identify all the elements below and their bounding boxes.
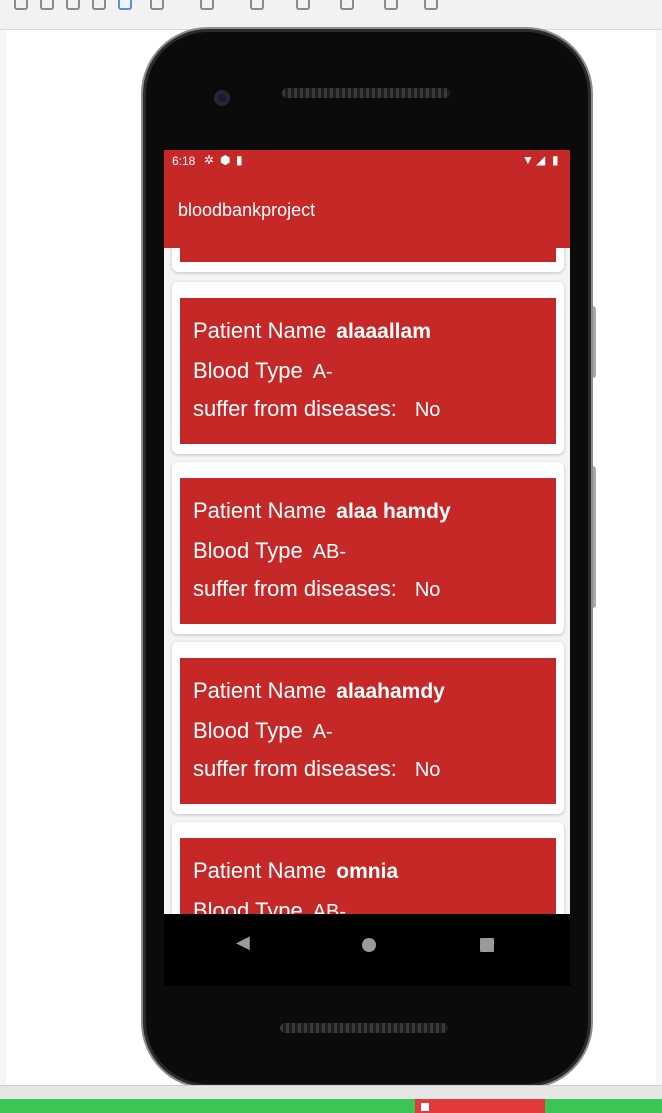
front-camera (214, 90, 230, 106)
blood-type-label: Blood Type (193, 898, 303, 914)
patient-name-row: Patient Name alaaallam (193, 318, 431, 344)
signal-icon: ◢ (536, 153, 546, 167)
patient-name-value: alaa hamdy (336, 500, 451, 523)
blood-type-value: A- (312, 721, 333, 743)
blood-type-label: Blood Type (193, 718, 303, 743)
diseases-label: diseases: (303, 576, 397, 601)
ide-run-status-bar (0, 1099, 662, 1113)
diseases-row: suffer from diseases: No (193, 396, 440, 422)
patient-name-label: Patient Name (193, 678, 327, 703)
patient-name-value: alaahamdy (336, 680, 445, 703)
wifi-icon: ▼ (522, 153, 534, 167)
toolbar-icon[interactable] (14, 0, 28, 10)
toolbar-icon[interactable] (340, 0, 354, 10)
patient-name-value: omnia (336, 860, 399, 883)
blood-type-row: Blood Type A- (193, 718, 333, 744)
sd-card-icon: ▮ (236, 153, 243, 167)
toolbar-icon[interactable] (250, 0, 264, 10)
patient-name-label: Patient Name (193, 318, 327, 343)
patient-card[interactable]: Patient Name alaa hamdy Blood Type AB- suf… (172, 462, 564, 634)
patient-card-body: Patient Name alaahamdy Blood Type A- suffe… (180, 658, 556, 804)
battery-icon: ▮ (552, 153, 559, 167)
diseases-value: No (414, 399, 441, 421)
suffer-from-label: suffer from (193, 756, 298, 781)
blood-type-row: Blood Type A- (193, 358, 333, 384)
patient-name-row: Patient Name alaa hamdy (193, 498, 451, 524)
patient-card-body (180, 248, 556, 262)
patient-card-body: Patient Name omnia Blood Type AB- (180, 838, 556, 914)
toolbar-icon[interactable] (40, 0, 54, 10)
blood-type-label: Blood Type (193, 538, 303, 563)
power-button[interactable] (588, 306, 596, 378)
stop-icon (421, 1103, 429, 1111)
volume-button[interactable] (588, 466, 596, 608)
diseases-value: No (414, 579, 441, 601)
phone-frame: 6:18 ✲ ⬢ ▮ ▼ ◢ ▮ bloodbankproject Patien… (146, 32, 588, 1084)
blood-type-value: AB- (312, 541, 347, 563)
ide-tool-strip (0, 1085, 662, 1099)
diseases-row: suffer from diseases: No (193, 756, 440, 782)
navigation-bar: ◀ (164, 914, 570, 986)
bottom-speaker (280, 1023, 448, 1033)
app-title: bloodbankproject (178, 200, 316, 220)
patient-name-label: Patient Name (193, 858, 327, 883)
toolbar-icon[interactable] (66, 0, 80, 10)
patient-name-value: alaaallam (336, 320, 431, 343)
recents-icon[interactable] (480, 938, 494, 952)
patient-card[interactable]: Patient Name omnia Blood Type AB- (172, 822, 564, 914)
diseases-label: diseases: (303, 756, 397, 781)
stop-button[interactable] (415, 1099, 545, 1113)
patient-card-body: Patient Name alaa hamdy Blood Type AB- suf… (180, 478, 556, 624)
status-time: 6:18 (172, 154, 196, 168)
diseases-label: diseases: (303, 396, 397, 421)
blood-type-row: Blood Type AB- (193, 538, 346, 564)
suffer-from-label: suffer from (193, 576, 298, 601)
patient-name-row: Patient Name alaahamdy (193, 678, 445, 704)
blood-type-value: AB- (312, 901, 347, 914)
app-bar: bloodbankproject (164, 172, 570, 248)
toolbar-icon[interactable] (384, 0, 398, 10)
toolbar-icon[interactable] (150, 0, 164, 10)
patient-card-body: Patient Name alaaallam Blood Type A- suffe… (180, 298, 556, 444)
status-bar: 6:18 ✲ ⬢ ▮ ▼ ◢ ▮ (164, 150, 570, 172)
blood-type-value: A- (312, 361, 333, 383)
patient-card[interactable]: Patient Name alaahamdy Blood Type A- suffe… (172, 642, 564, 814)
toolbar-icon[interactable] (92, 0, 106, 10)
phone-screen: 6:18 ✲ ⬢ ▮ ▼ ◢ ▮ bloodbankproject Patien… (164, 150, 570, 986)
toolbar-icon[interactable] (296, 0, 310, 10)
patient-card-partial[interactable] (172, 248, 564, 272)
toolbar-icon[interactable] (118, 0, 132, 10)
gear-icon: ✲ (204, 153, 215, 167)
patient-card[interactable]: Patient Name alaaallam Blood Type A- suffe… (172, 282, 564, 454)
diseases-value: No (414, 759, 441, 781)
back-icon[interactable]: ◀ (236, 932, 250, 953)
patient-name-row: Patient Name omnia (193, 858, 398, 884)
patient-list[interactable]: Patient Name alaaallam Blood Type A- suffe… (164, 248, 570, 914)
ide-toolbar (0, 0, 662, 30)
toolbar-icon[interactable] (424, 0, 438, 10)
shield-icon: ⬢ (220, 153, 231, 167)
toolbar-icon[interactable] (200, 0, 214, 10)
patient-name-label: Patient Name (193, 498, 327, 523)
blood-type-row: Blood Type AB- (193, 898, 346, 914)
blood-type-label: Blood Type (193, 358, 303, 383)
diseases-row: suffer from diseases: No (193, 576, 440, 602)
earpiece-speaker (282, 88, 450, 98)
home-icon[interactable] (362, 938, 376, 952)
suffer-from-label: suffer from (193, 396, 298, 421)
